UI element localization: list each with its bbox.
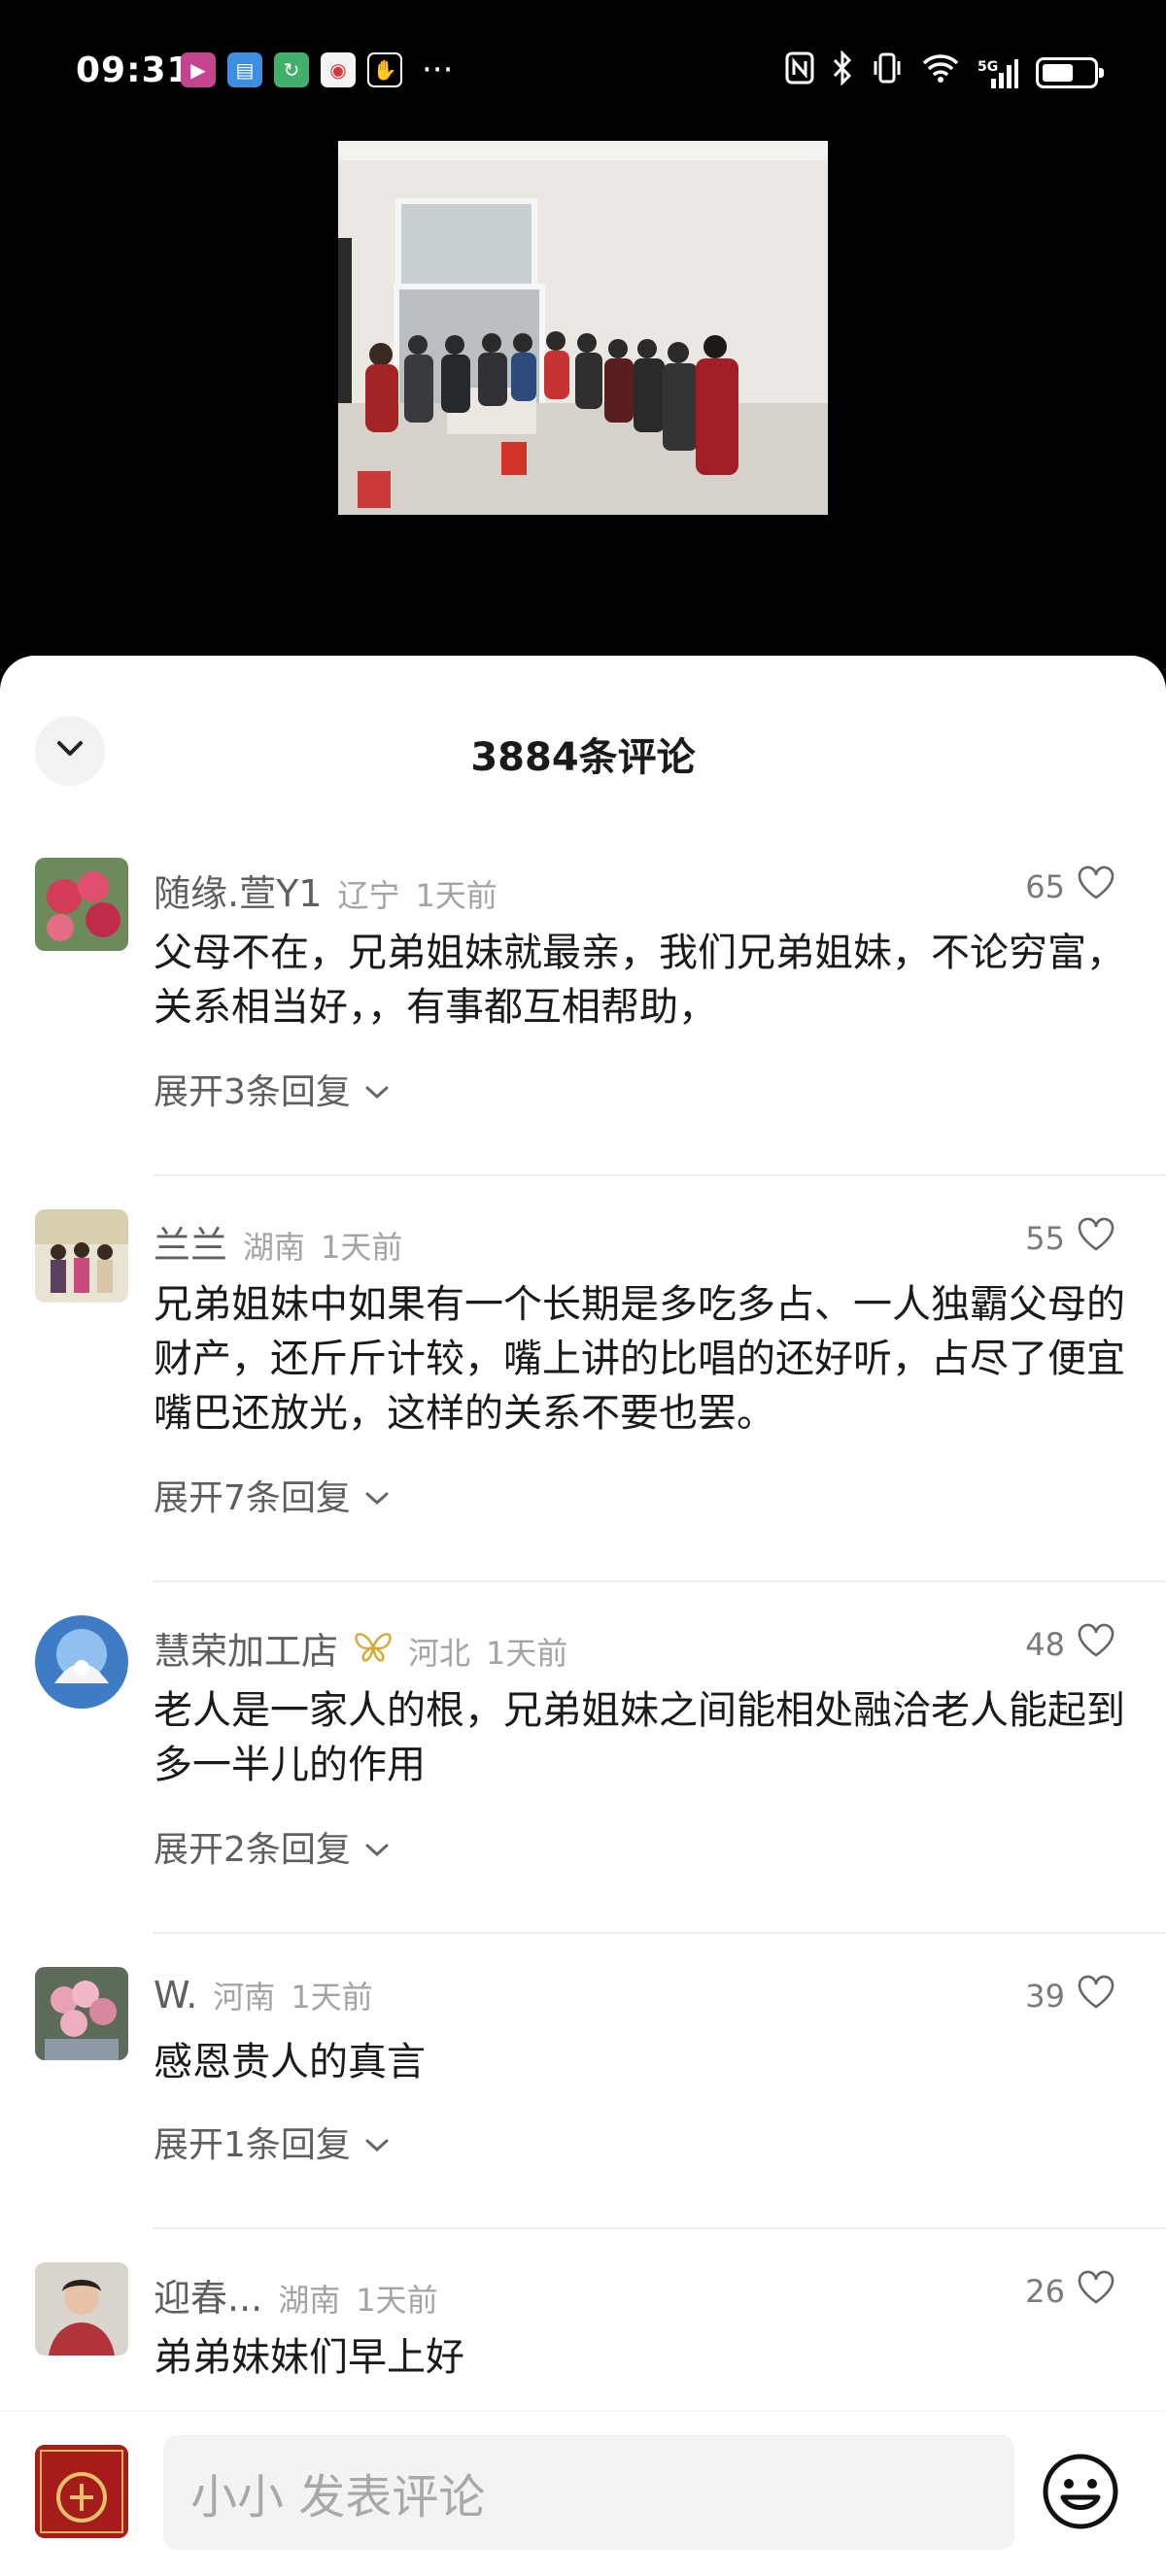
chevron-down-icon [364,1475,390,1515]
comment-username[interactable]: 随缘.萱Y1 [154,864,322,917]
comment-username[interactable]: W. [154,1974,197,2017]
heart-outline-icon [1077,865,1115,908]
news-app-icon: ◉ [321,52,356,87]
expand-replies-label: 展开2条回复 [154,1830,351,1870]
heart-outline-icon [1077,1217,1115,1260]
system-icons: 5G [785,50,1104,94]
comment-header: 兰兰 湖南 1天前 [154,1215,402,1269]
like-button[interactable]: 48 [1025,1623,1115,1666]
avatar[interactable] [35,1967,128,2060]
expand-replies-label: 展开1条回复 [154,2125,351,2165]
divider [154,1580,1166,1582]
post-photo[interactable] [338,141,828,515]
chevron-down-icon [364,2122,390,2162]
like-count: 26 [1025,2273,1065,2310]
wifi-icon [921,52,960,92]
comment-time: 1天前 [321,1229,403,1266]
comment-text: 老人是一家人的根，兄弟姐妹之间能相处融洽老人能起到多一半儿的作用 [154,1688,1125,1787]
comment-username[interactable]: 慧荣加工店 [154,1621,338,1675]
comment-text: 感恩贵人的真言 [154,2040,426,2085]
comment-time: 1天前 [415,877,497,914]
expand-replies-button[interactable]: 展开2条回复 [154,1821,390,1872]
expand-replies-button[interactable]: 展开7条回复 [154,1470,390,1520]
like-button[interactable]: 26 [1025,2270,1115,2313]
like-button[interactable]: 55 [1025,1217,1115,1260]
comment-header: 慧荣加工店 河北 1天前 [154,1621,567,1675]
book-app-icon: ▤ [227,52,262,87]
battery-icon [1036,56,1104,88]
comment-username[interactable]: 迎春... [154,2268,262,2322]
avatar[interactable] [35,858,128,951]
comment-location: 湖南 [243,1229,306,1266]
comment-location: 湖南 [278,2282,341,2319]
expand-replies-button[interactable]: 展开1条回复 [154,2117,390,2167]
comment-input-bar: 小小 发表评论 [0,2411,1166,2576]
comments-sheet: 3884条评论 随缘.萱Y1 辽宁 1天前 65 父母不在，兄弟姐妹就最亲，我们… [0,656,1166,2576]
video-app-icon: ▶ [181,52,216,87]
like-count: 39 [1025,1978,1065,2015]
nfc-icon [785,51,814,93]
comment-location: 辽宁 [337,877,400,914]
comment-input-placeholder: 小小 发表评论 [190,2470,486,2525]
comment-header: W. 河南 1天前 [154,1973,373,2017]
comment-location: 河北 [408,1635,471,1672]
avatar[interactable] [35,1209,128,1303]
divider [154,2227,1166,2229]
comment-text: 父母不在，兄弟姐妹就最亲，我们兄弟姐妹，不论穷富，关系相当好，，有事都互相帮助， [154,931,1125,1030]
cellular-signal-icon: 5G [977,55,1018,90]
comment-time: 1天前 [486,1635,568,1672]
comment-header: 随缘.萱Y1 辽宁 1天前 [154,864,497,917]
like-count: 48 [1025,1626,1065,1663]
heart-outline-icon [1077,2270,1115,2313]
emoji-button[interactable] [1034,2445,1127,2538]
status-time: 09:31 [76,51,192,90]
chevron-down-icon [364,1069,390,1109]
like-count: 55 [1025,1220,1065,1257]
avatar[interactable] [35,1615,128,1709]
comment-location: 河南 [213,1979,276,2016]
divider [154,1932,1166,1934]
hand-app-icon: ✋ [367,52,402,87]
like-button[interactable]: 65 [1025,865,1115,908]
avatar[interactable] [35,2262,128,2356]
more-notifications-icon: ··· [422,51,454,89]
divider [154,1174,1166,1176]
comment-header: 迎春... 湖南 1天前 [154,2268,438,2322]
smiley-icon [1034,2454,1127,2542]
vibrate-icon [871,51,904,93]
expand-replies-label: 展开3条回复 [154,1072,351,1112]
my-avatar[interactable] [35,2445,128,2538]
heart-outline-icon [1077,1975,1115,2017]
chevron-down-icon [364,1827,390,1867]
expand-replies-button[interactable]: 展开3条回复 [154,1064,390,1114]
notification-icons: ▶ ▤ ↻ ◉ ✋ ··· [181,52,453,87]
comment-input[interactable]: 小小 发表评论 [163,2435,1014,2550]
comment-text: 弟弟妹妹们早上好 [154,2335,464,2380]
comments-count-title: 3884条评论 [470,735,696,780]
status-bar: 09:31 ▶ ▤ ↻ ◉ ✋ ··· 5G [0,0,1166,146]
comment-text: 兄弟姐妹中如果有一个长期是多吃多占、一人独霸父母的财产，还斤斤计较，嘴上讲的比唱… [154,1282,1125,1436]
comment-username[interactable]: 兰兰 [154,1215,227,1269]
refresh-app-icon: ↻ [274,52,309,87]
bluetooth-icon [832,50,853,94]
heart-outline-icon [1077,1623,1115,1666]
butterfly-badge-icon [354,1631,393,1672]
like-button[interactable]: 39 [1025,1975,1115,2017]
like-count: 65 [1025,868,1065,905]
comment-time: 1天前 [291,1979,373,2016]
comment-time: 1天前 [356,2282,438,2319]
expand-replies-label: 展开7条回复 [154,1478,351,1518]
